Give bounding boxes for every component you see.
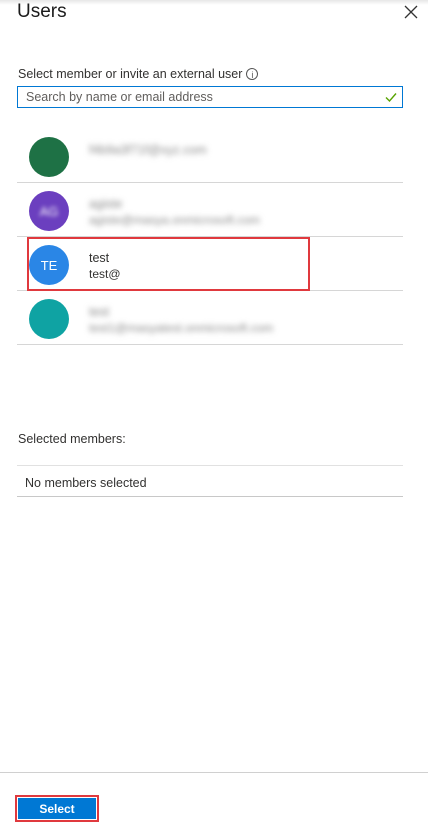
user-row[interactable]: test test1@masyatest.onmicrosoft.com [17,291,403,345]
user-email: test1@masyatest.onmicrosoft.com [89,321,274,335]
avatar: AG [29,191,69,231]
user-row[interactable]: TE test test@masyatest.onmicrosoft.com [17,237,403,291]
user-row[interactable]: f4b9a3f71f@xyz.com [17,129,403,183]
selected-members-label: Selected members: [18,432,126,446]
search-label: Select member or invite an external user… [18,67,259,81]
avatar-initials: AG [39,203,59,219]
avatar-initials: TE [40,257,58,273]
avatar [29,137,69,177]
select-button[interactable]: Select [18,798,96,819]
page-title: Users [17,1,67,22]
user-email: f4b9a3f71f@xyz.com [89,143,207,157]
search-box[interactable] [17,86,403,108]
user-email: agiste@masya.onmicrosoft.com [89,213,260,227]
search-input[interactable] [18,88,384,106]
user-email: test@masyatest.onmicrosoft.com [89,267,267,281]
close-icon[interactable] [402,3,420,21]
user-name: test [89,305,110,319]
user-name: test [89,251,110,265]
avatar [29,299,69,339]
user-name: agiste [89,197,123,211]
user-email-text: test@masyatest.onmicrosoft.com [89,267,267,281]
selected-members-list: No members selected [17,465,403,497]
info-icon[interactable]: i [246,68,259,80]
no-members-text: No members selected [25,476,147,490]
footer-divider [0,772,428,773]
avatar: TE [29,245,69,285]
check-icon [385,93,397,103]
user-list: f4b9a3f71f@xyz.com AG agiste agiste@masy… [17,129,403,345]
search-label-text: Select member or invite an external user [18,67,243,81]
user-row[interactable]: AG agiste agiste@masya.onmicrosoft.com [17,183,403,237]
